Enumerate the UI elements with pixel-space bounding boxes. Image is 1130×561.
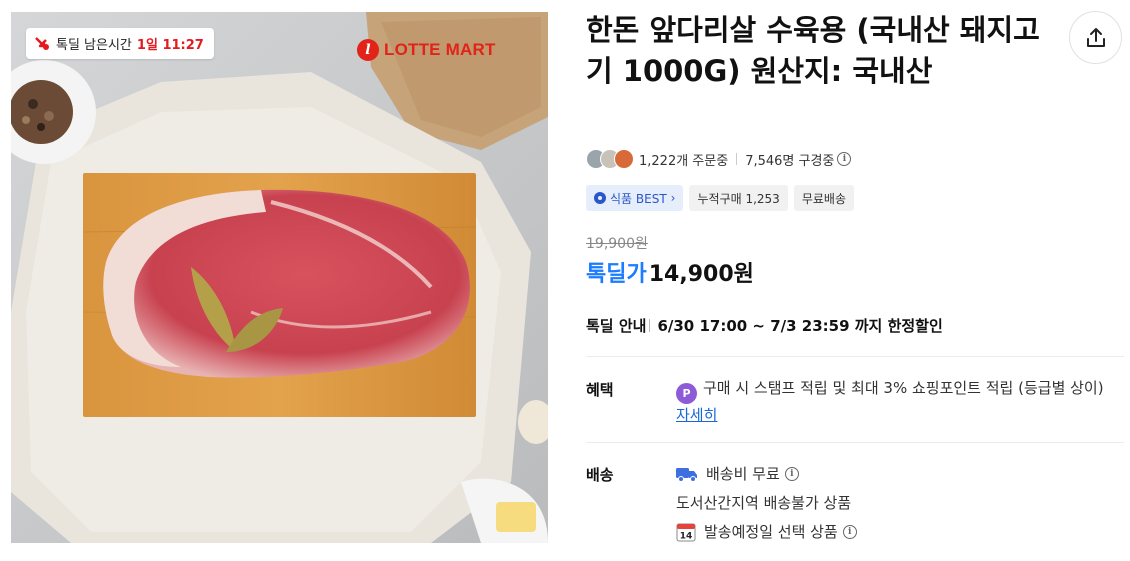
benefit-label: 혜택 [586,381,614,399]
buyer-avatars [586,149,634,169]
point-icon: P [676,383,702,404]
timer-label: 톡딜 남은시간 [56,38,132,53]
deal-logo-icon [35,37,49,50]
truck-icon [676,466,698,482]
benefit-details-link[interactable]: 자세히 [676,406,717,424]
calendar-day: 14 [680,531,693,541]
divider [649,319,651,332]
free-shipping-tag: 무료배송 [793,185,854,211]
price-row: 톡딜가 14,900원 [586,256,754,288]
product-tags: 식품 BEST › 누적구매 1,253 무료배송 [586,185,854,211]
share-icon [1086,27,1105,47]
deal-period: 6/30 17:00 ~ 7/3 23:59 까지 한정할인 [657,317,943,335]
deal-info-row: 톡딜 안내 6/30 17:00 ~ 7/3 23:59 까지 한정할인 [586,315,943,336]
benefit-text: 구매 시 스탬프 적립 및 최대 3% 쇼핑포인트 적립 (등급별 상이) [703,379,1104,397]
shipping-restriction-row: 도서산간지역 배송불가 상품 [676,492,851,513]
brand-name: LOTTE MART [384,40,496,59]
shipping-fee-row: 배송비 무료 i [676,463,799,484]
share-button[interactable] [1069,11,1122,64]
deal-info-label: 톡딜 안내 [586,317,647,335]
deal-price-label: 톡딜가 [586,262,647,287]
chevron-right-icon: › [670,191,676,205]
watch-count: 7,546명 구경중 [745,153,835,169]
cumulative-purchase-tag: 누적구매 1,253 [689,185,788,211]
info-icon[interactable]: i [837,152,852,166]
shipping-label: 배송 [586,466,614,484]
info-icon[interactable]: i [784,466,799,481]
best-tag-label: 식품 BEST [610,191,667,206]
best-tag[interactable]: 식품 BEST › [586,185,684,211]
timer-countdown: 1일 11:27 [136,38,204,53]
product-title: 한돈 앞다리살 수육용 (국내산 돼지고기 1000G) 원산지: 국내산 [586,13,1040,88]
avatar [614,149,634,169]
sale-price: 14,900원 [648,262,754,287]
shipping-schedule: 발송예정일 선택 상품 [704,523,838,541]
lotte-logo-icon: l [357,39,379,61]
original-price: 19,900원 [586,236,648,252]
shipping-fee: 배송비 무료 [706,465,780,483]
purchase-stats: 1,222개 주문중 7,546명 구경중 i [586,149,852,169]
info-icon[interactable]: i [842,524,857,539]
product-info-panel: 한돈 앞다리살 수육용 (국내산 돼지고기 1000G) 원산지: 국내산 1,… [586,0,1130,561]
brand-logo: l LOTTE MART [357,39,496,61]
calendar-icon: 14 [676,522,696,542]
best-badge-icon [594,192,606,204]
product-photo [11,12,548,543]
deal-timer-badge: 톡딜 남은시간 1일 11:27 [26,28,214,59]
section-divider [586,356,1124,357]
product-image[interactable]: 톡딜 남은시간 1일 11:27 l LOTTE MART [11,12,548,543]
divider [736,153,738,165]
section-divider [586,442,1124,443]
order-count: 1,222개 주문중 [639,153,729,169]
benefit-info: P 구매 시 스탬프 적립 및 최대 3% 쇼핑포인트 적립 (등급별 상이) 자… [676,377,1116,427]
shipping-restriction: 도서산간지역 배송불가 상품 [676,494,852,512]
shipping-schedule-row: 14 발송예정일 선택 상품 i [676,521,857,542]
